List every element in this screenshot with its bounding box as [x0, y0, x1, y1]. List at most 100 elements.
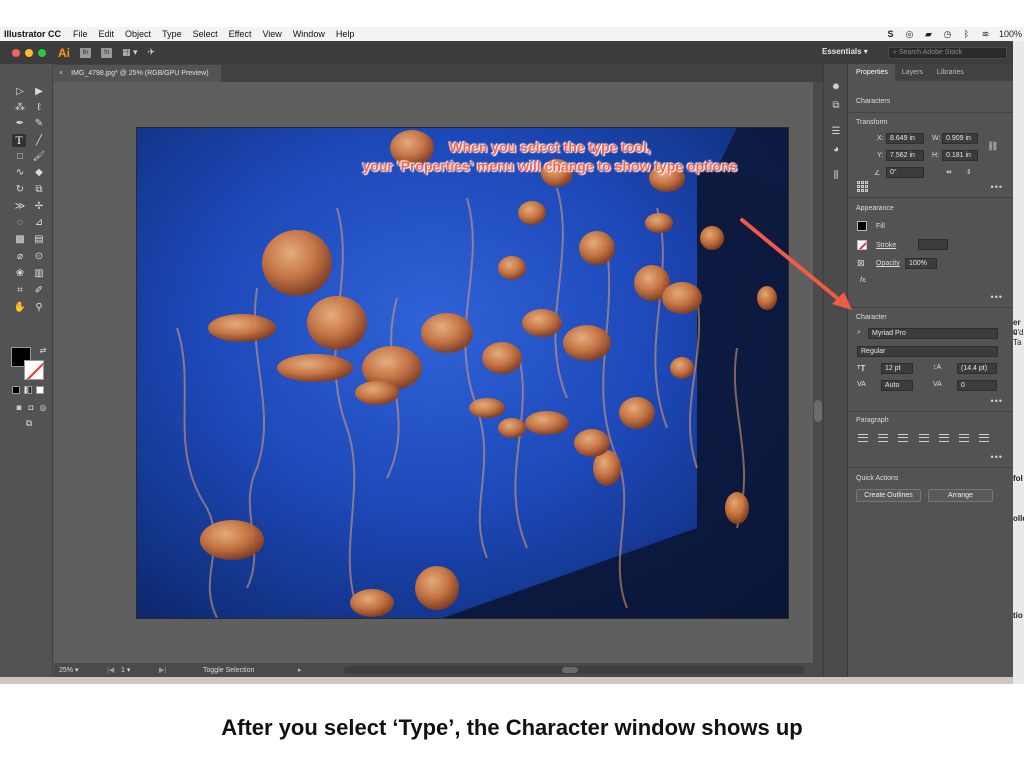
eyedropper-tool-icon[interactable]: ⌀ [13, 250, 27, 263]
font-style-field[interactable]: Regular [857, 346, 998, 357]
blend-tool-icon[interactable]: ⊙ [32, 250, 46, 263]
gpu-performance-icon[interactable]: ✈ [148, 47, 156, 58]
flip-vertical-icon[interactable]: ⇕ [966, 168, 972, 176]
zoom-tool-icon[interactable]: ⚲ [32, 301, 46, 314]
time-machine-icon[interactable]: ◷ [942, 29, 953, 39]
menu-effect[interactable]: Effect [229, 29, 252, 39]
skype-icon[interactable]: S [885, 29, 896, 39]
zoom-level-field[interactable]: 25% ▾ [59, 666, 99, 674]
next-artboard-icon[interactable]: ▶| [159, 666, 173, 674]
gradient-mode-icon[interactable] [24, 386, 32, 394]
appearance-more-options-icon[interactable]: ••• [991, 292, 1003, 302]
status-play-icon[interactable]: ▸ [298, 666, 302, 674]
arrange-documents-icon[interactable]: ▦ ▾ [122, 47, 138, 58]
toggle-selection-label[interactable]: Toggle Selection [203, 667, 298, 674]
swap-fill-stroke-icon[interactable]: ⇄ [36, 344, 50, 357]
font-size-field[interactable]: 12 pt [881, 363, 913, 374]
screen-mode-icon[interactable]: ⧉ [22, 417, 36, 430]
arrange-button[interactable]: Arrange [928, 489, 993, 502]
mesh-tool-icon[interactable]: ▩ [13, 233, 27, 246]
x-field[interactable]: 8.649 in [886, 133, 924, 144]
paragraph-more-options-icon[interactable]: ••• [991, 452, 1003, 462]
transform-more-options-icon[interactable]: ••• [991, 182, 1003, 192]
cc-icon[interactable]: ◎ [904, 29, 915, 39]
selection-tool-icon[interactable]: ▷ [13, 85, 27, 98]
font-family-field[interactable]: Myriad Pro [868, 328, 998, 339]
create-outlines-button[interactable]: Create Outlines [856, 489, 921, 502]
justify-all-icon[interactable] [979, 434, 989, 442]
stroke-panel-icon[interactable]: ☰ [830, 126, 842, 138]
align-center-icon[interactable] [878, 434, 888, 442]
tab-libraries[interactable]: Libraries [930, 64, 971, 81]
puppet-warp-tool-icon[interactable]: ✢ [32, 200, 46, 213]
menu-view[interactable]: View [262, 29, 281, 39]
stock-button[interactable]: St [101, 47, 112, 58]
close-tab-icon[interactable]: × [59, 70, 63, 77]
vertical-scrollbar[interactable] [813, 82, 823, 663]
kerning-field[interactable]: Auto [881, 380, 913, 391]
perspective-grid-tool-icon[interactable]: ⊿ [32, 216, 46, 229]
eraser-tool-icon[interactable]: ◆ [32, 166, 46, 179]
menu-window[interactable]: Window [293, 29, 325, 39]
bridge-button[interactable]: Br [80, 47, 91, 58]
draw-inside-icon[interactable]: ◎ [36, 401, 50, 414]
shaper-tool-icon[interactable]: ∿ [13, 166, 27, 179]
color-mode-icon[interactable] [12, 386, 20, 394]
fill-color-swatch[interactable] [857, 221, 867, 231]
close-window-button[interactable] [12, 48, 20, 57]
lasso-tool-icon[interactable]: ℓ [32, 101, 46, 114]
minimize-window-button[interactable] [25, 48, 33, 57]
flip-horizontal-icon[interactable]: ⇹ [946, 168, 952, 176]
appearance-panel-icon[interactable]: ◕ [830, 144, 842, 156]
stroke-label[interactable]: Stroke [876, 242, 896, 249]
line-segment-tool-icon[interactable]: ╱ [32, 134, 46, 147]
type-tool-icon[interactable]: T [12, 134, 26, 147]
zoom-window-button[interactable] [38, 48, 46, 57]
stroke-swatch[interactable] [24, 360, 44, 380]
menu-file[interactable]: File [73, 29, 88, 39]
curvature-tool-icon[interactable]: ✎ [32, 117, 46, 130]
wifi-icon[interactable]: ≋ [980, 29, 991, 39]
rotate-tool-icon[interactable]: ↻ [13, 183, 27, 196]
tab-properties[interactable]: Properties [849, 64, 895, 81]
justify-right-icon[interactable] [959, 434, 969, 442]
horizontal-scroll-thumb[interactable] [562, 667, 578, 673]
w-field[interactable]: 0.909 in [942, 133, 978, 144]
shape-builder-tool-icon[interactable]: ◌ [13, 216, 27, 229]
align-left-icon[interactable] [858, 434, 868, 442]
justify-left-icon[interactable] [919, 434, 929, 442]
y-field[interactable]: 7.562 in [886, 150, 924, 161]
symbol-sprayer-tool-icon[interactable]: ❀ [13, 267, 27, 280]
bluetooth-icon[interactable]: ᛒ [961, 29, 972, 39]
hand-tool-icon[interactable]: ✋ [13, 301, 27, 314]
slice-tool-icon[interactable]: ✐ [32, 284, 46, 297]
opacity-label[interactable]: Opacity [876, 260, 900, 267]
workspace-switcher[interactable]: Essentials ▾ [822, 47, 868, 56]
artboard-tool-icon[interactable]: ⌗ [13, 284, 27, 297]
tracking-field[interactable]: 0 [957, 380, 997, 391]
color-guide-icon[interactable]: ✹ [830, 82, 842, 94]
artboard-image[interactable] [136, 127, 789, 619]
scale-tool-icon[interactable]: ⧉ [32, 183, 46, 196]
pen-tool-icon[interactable]: ✒ [13, 117, 27, 130]
gradient-tool-icon[interactable]: ▤ [32, 233, 46, 246]
direct-selection-tool-icon[interactable]: ▶ [32, 85, 46, 98]
rectangle-tool-icon[interactable]: □ [13, 150, 27, 163]
menubar-app-name[interactable]: Illustrator CC [4, 29, 61, 39]
magic-wand-tool-icon[interactable]: ⁂ [13, 101, 27, 114]
menu-type[interactable]: Type [162, 29, 182, 39]
leading-field[interactable]: (14.4 pt) [957, 363, 997, 374]
none-mode-icon[interactable] [36, 386, 44, 394]
align-panel-icon[interactable]: ⫼ [830, 170, 842, 182]
menu-object[interactable]: Object [125, 29, 151, 39]
reference-point-icon[interactable] [857, 181, 869, 193]
justify-center-icon[interactable] [939, 434, 949, 442]
h-field[interactable]: 0.181 in [942, 150, 978, 161]
stroke-color-swatch[interactable] [857, 240, 867, 250]
align-right-icon[interactable] [898, 434, 908, 442]
fx-label[interactable]: fx. [860, 277, 867, 284]
menu-help[interactable]: Help [336, 29, 355, 39]
rotate-field[interactable]: 0° [886, 167, 924, 178]
drive-icon[interactable]: ▰ [923, 29, 934, 39]
paintbrush-tool-icon[interactable]: 🖌 [32, 150, 46, 163]
